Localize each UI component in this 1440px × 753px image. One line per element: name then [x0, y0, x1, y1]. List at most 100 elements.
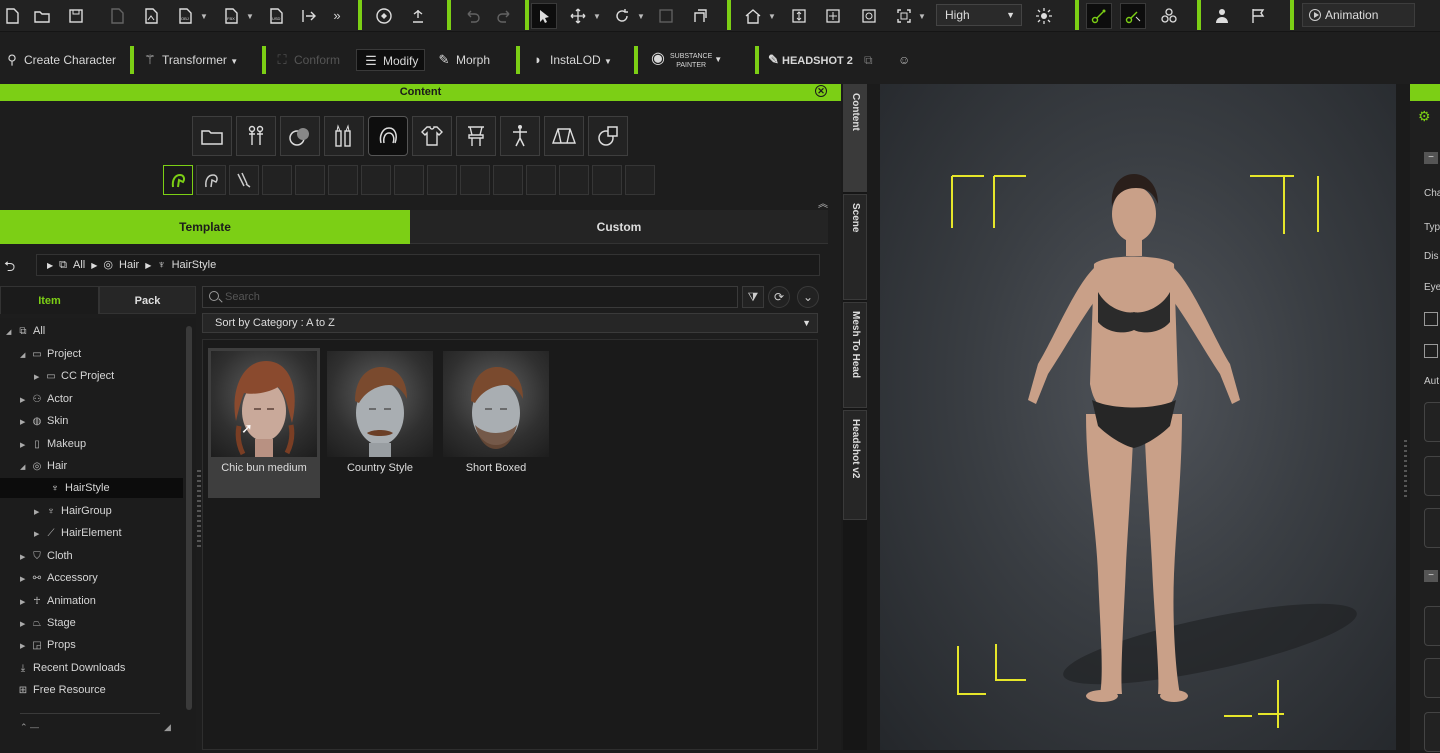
import-icon[interactable]: [105, 4, 129, 28]
collapse-button[interactable]: −: [1424, 570, 1438, 582]
category-props[interactable]: [588, 116, 628, 156]
tree-item-project[interactable]: ◢ ▭ Project: [20, 344, 81, 364]
side-tab-content[interactable]: Content: [843, 84, 867, 192]
panel-button[interactable]: [1424, 712, 1440, 752]
tree-item-props[interactable]: ▶ ◲ Props: [20, 635, 76, 655]
category-animation[interactable]: [500, 116, 540, 156]
collapse-icon[interactable]: ︽: [818, 195, 828, 210]
filter-icon[interactable]: ⧩: [742, 286, 764, 308]
tree-item-all[interactable]: ◢ ⧉ All: [6, 321, 45, 341]
tree-item-hairstyle[interactable]: ♆ HairStyle: [0, 478, 183, 498]
morph-button[interactable]: ✎ Morph: [436, 49, 490, 71]
tree-item-accessory[interactable]: ▶ ⚯ Accessory: [20, 568, 98, 588]
category-skin[interactable]: [280, 116, 320, 156]
fit-all-icon[interactable]: [821, 4, 845, 28]
tree-item-animation[interactable]: ▶ ☥ Animation: [20, 591, 96, 611]
refresh-icon[interactable]: ⟳: [768, 286, 790, 308]
move-icon[interactable]: [566, 4, 590, 28]
tree-item-recent-downloads[interactable]: ⤓ Recent Downloads: [16, 658, 126, 678]
light-icon[interactable]: [1032, 4, 1056, 28]
modify-button[interactable]: ☰ Modify: [356, 49, 426, 71]
face-icon[interactable]: ☺: [898, 49, 910, 71]
panel-button[interactable]: [1424, 456, 1440, 496]
checkbox[interactable]: [1424, 312, 1438, 326]
animation-player-button[interactable]: Animation Player: [1302, 3, 1415, 44]
back-icon[interactable]: ⮌: [4, 256, 24, 274]
resize-handle-icon[interactable]: ◢: [164, 722, 171, 733]
close-icon[interactable]: ✕: [815, 85, 827, 97]
category-cloth[interactable]: [412, 116, 452, 156]
tree-scrollbar[interactable]: [186, 326, 192, 710]
content-item-short-boxed[interactable]: Short Boxed: [440, 348, 552, 498]
tree-item-hairelement[interactable]: ▶ ⟋ HairElement: [34, 523, 122, 543]
sort-dropdown[interactable]: Sort by Category : A to Z ▼: [202, 313, 818, 333]
category-project-folder[interactable]: [192, 116, 232, 156]
panel-button[interactable]: [1424, 508, 1440, 548]
undo-icon[interactable]: [460, 4, 484, 28]
3d-viewport[interactable]: [880, 84, 1396, 750]
breadcrumb-hairstyle[interactable]: HairStyle: [172, 259, 217, 271]
sliders-icon[interactable]: ⚙: [1418, 108, 1431, 125]
category-actor[interactable]: [236, 116, 276, 156]
category-hair[interactable]: [368, 116, 408, 156]
side-tab-scene[interactable]: Scene: [843, 194, 867, 300]
panel-button[interactable]: [1424, 606, 1440, 646]
tab-custom[interactable]: Custom: [410, 210, 828, 244]
headshot-extra-icon[interactable]: ⧉: [864, 49, 873, 71]
export-image-icon[interactable]: [139, 4, 163, 28]
select-arrow-icon[interactable]: [531, 3, 557, 29]
substance-painter-button[interactable]: ◉ SUBSTANCE PAINTER ▼: [650, 49, 722, 71]
side-tab-headshot-v2[interactable]: Headshot v2: [843, 410, 867, 520]
options-dropdown-icon[interactable]: ⌄: [797, 286, 819, 308]
transformer-button[interactable]: ⚚ Transformer ▼: [142, 49, 238, 71]
subcategory-hairelement[interactable]: [229, 165, 259, 195]
bone-tool-icon[interactable]: [1086, 3, 1112, 29]
tab-template[interactable]: Template: [0, 210, 410, 244]
rotate-icon[interactable]: [610, 4, 634, 28]
open-folder-icon[interactable]: [30, 4, 54, 28]
send-to-icon[interactable]: [297, 4, 321, 28]
search-input[interactable]: Search: [202, 286, 738, 308]
render-quality-dropdown[interactable]: High ▼: [936, 4, 1022, 26]
home-icon[interactable]: [741, 4, 765, 28]
content-item-chic-bun-medium[interactable]: Chic bun medium: [208, 348, 320, 498]
panel-button[interactable]: [1424, 658, 1440, 698]
tree-item-cc-project[interactable]: ▶ ▭ CC Project: [34, 366, 114, 386]
collapse-button[interactable]: −: [1424, 152, 1438, 164]
tree-item-stage[interactable]: ▶ ⏢ Stage: [20, 613, 76, 633]
create-character-button[interactable]: ⚲ Create Character: [4, 49, 116, 71]
flag-icon[interactable]: [1246, 4, 1270, 28]
tree-item-cloth[interactable]: ▶ ⛉ Cloth: [20, 546, 73, 566]
conform-button[interactable]: ⛶ Conform: [274, 49, 340, 71]
breadcrumb-all[interactable]: All: [73, 259, 85, 271]
tree-item-actor[interactable]: ▶ ⚇ Actor: [20, 389, 73, 409]
tree-item-skin[interactable]: ▶ ◍ Skin: [20, 411, 68, 431]
content-item-country-style[interactable]: Country Style: [324, 348, 436, 498]
new-file-icon[interactable]: [0, 4, 24, 28]
panel-button[interactable]: [1424, 402, 1440, 442]
instalod-button[interactable]: ◗ InstaLOD ▼: [530, 49, 612, 71]
subcategory-hairstyle[interactable]: [163, 165, 193, 195]
molecule-icon[interactable]: [1157, 4, 1181, 28]
pose-icon[interactable]: [406, 4, 430, 28]
zoom-frame-icon[interactable]: [857, 4, 881, 28]
align-icon[interactable]: [688, 4, 712, 28]
export-obj-icon[interactable]: OBJ: [173, 4, 197, 28]
category-stage[interactable]: [544, 116, 584, 156]
side-tab-mesh-to-head[interactable]: Mesh To Head: [843, 302, 867, 408]
tree-item-hair[interactable]: ◢ ◎ Hair: [20, 456, 67, 476]
splitter-handle[interactable]: [1404, 440, 1407, 500]
export-fbx-icon[interactable]: FBX: [219, 4, 243, 28]
checkbox[interactable]: [1424, 344, 1438, 358]
splitter-handle[interactable]: [197, 470, 201, 550]
fit-height-icon[interactable]: [787, 4, 811, 28]
breadcrumb-hair[interactable]: Hair: [119, 259, 139, 271]
tree-item-free-resource[interactable]: ⊞ Free Resource: [16, 680, 106, 700]
viewport-frame-icon[interactable]: [892, 4, 916, 28]
export-usd-icon[interactable]: USD: [264, 4, 288, 28]
subcategory-hairgroup[interactable]: [196, 165, 226, 195]
save-icon[interactable]: [64, 4, 88, 28]
tree-collapse-icon[interactable]: ⌃ —: [20, 722, 39, 733]
tree-item-makeup[interactable]: ▶ ▯ Makeup: [20, 434, 86, 454]
character-gizmo-icon[interactable]: [372, 4, 396, 28]
